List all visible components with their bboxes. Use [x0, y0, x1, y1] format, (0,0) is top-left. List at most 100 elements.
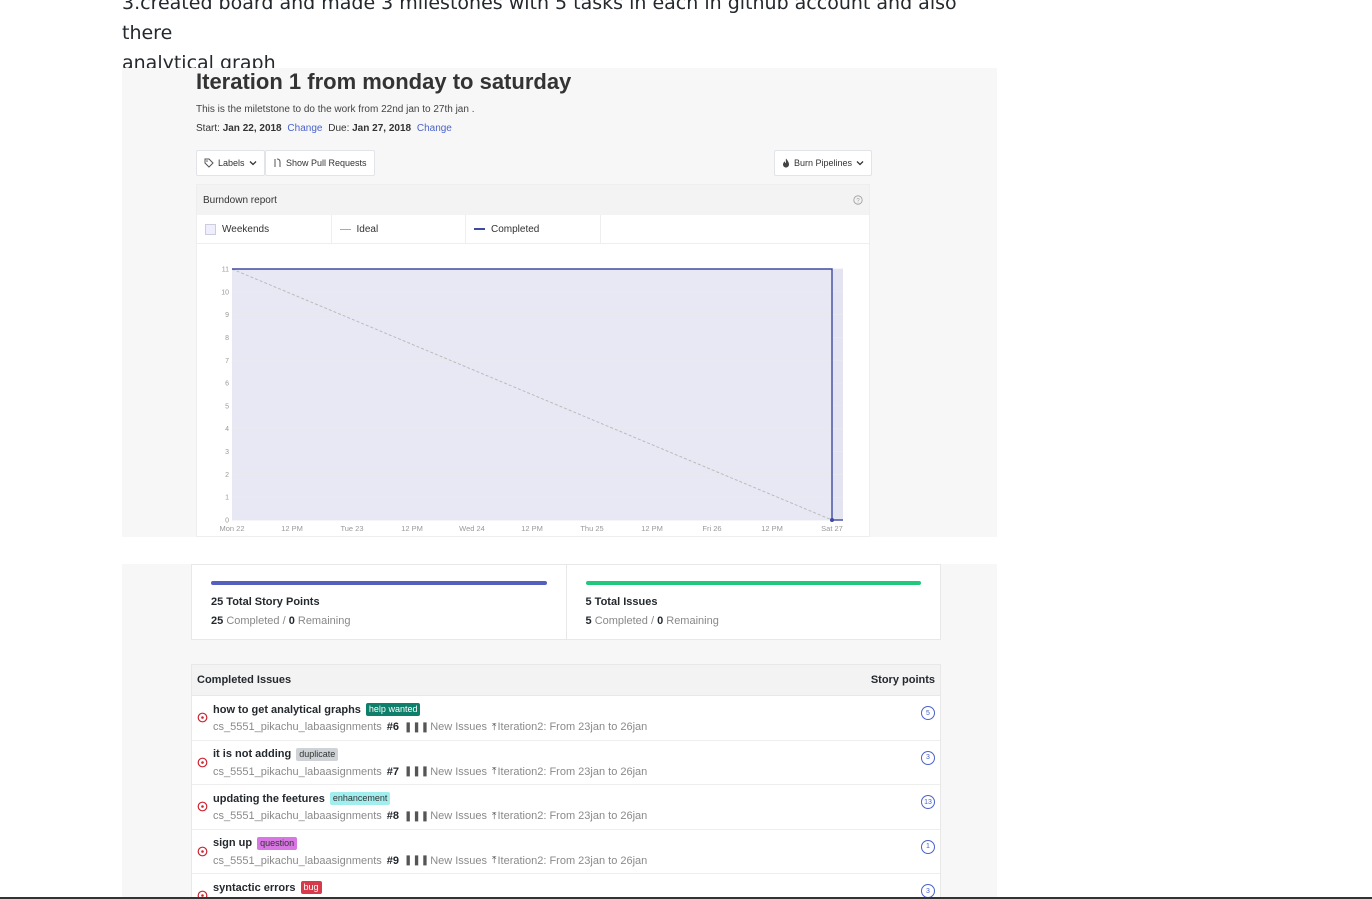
x-tick-label: 12 PM [401, 524, 423, 533]
issue-milestone: Iteration2: From 23jan to 26jan [497, 721, 648, 733]
issue-list: how to get analytical graphs help wanted… [192, 696, 940, 898]
issue-repo[interactable]: cs_5551_pikachu_labaasignments [213, 766, 382, 778]
start-label: Start: [196, 123, 220, 134]
issue-pipeline: New Issues [430, 810, 488, 823]
issue-label[interactable]: enhancement [329, 792, 391, 806]
legend-completed[interactable]: Completed [466, 215, 601, 243]
closed-issue-icon [197, 846, 208, 857]
burn-pipelines-button[interactable]: Burn Pipelines [774, 150, 873, 176]
issue-title[interactable]: how to get analytical graphs [213, 704, 361, 716]
x-tick-label: Mon 22 [219, 524, 244, 533]
issue-milestone: Iteration2: From 23jan to 26jan [497, 810, 648, 823]
story-points-badge: 5 [921, 706, 935, 720]
issue-milestone: Iteration2: From 23jan to 26jan [497, 765, 648, 778]
story-points-header: Story points [870, 674, 935, 686]
issue-repo[interactable]: cs_5551_pikachu_labaasignments [213, 721, 382, 733]
labels-button-label: Labels [218, 158, 245, 168]
show-pull-requests-label: Show Pull Requests [286, 158, 367, 168]
issue-title[interactable]: syntactic errors [213, 882, 296, 894]
issue-row[interactable]: sign up question cs_5551_pikachu_labaasi… [192, 830, 940, 875]
issue-meta: cs_5551_pikachu_labaasignments #6 ❚❚❚ New… [213, 721, 647, 733]
milestone-info: ⤒ Iteration2: From 23jan to 26jan [492, 721, 647, 733]
issue-number[interactable]: #8 [387, 810, 399, 822]
issue-repo[interactable]: cs_5551_pikachu_labaasignments [213, 810, 382, 822]
milestone-info: ⤒ Iteration2: From 23jan to 26jan [492, 766, 647, 778]
issues-summary: 5 Completed / 0 Remaining [585, 615, 719, 627]
milestone-screenshot: Iteration 1 from monday to saturday This… [122, 68, 997, 537]
issue-label[interactable]: duplicate [296, 747, 339, 761]
intro-line-1: 3.created board and made 3 milestones wi… [122, 0, 957, 44]
burndown-chart: 01234567891011Mon 22 12 PM Tue 23 12 PM Wed … [219, 267, 843, 533]
issue-number[interactable]: #9 [387, 855, 399, 867]
x-tick-label: Wed 24 [459, 524, 485, 533]
show-pull-requests-button[interactable]: Show Pull Requests [265, 150, 375, 176]
issues-stat: 5 Total Issues 5 Completed / 0 Remaining [565, 565, 941, 639]
y-tick-label: 7 [225, 358, 229, 365]
burn-pipelines-label: Burn Pipelines [794, 158, 853, 168]
pipeline-icon: ❚❚❚ [404, 855, 430, 867]
issue-title[interactable]: it is not adding [213, 748, 291, 760]
closed-issue-icon [197, 801, 208, 812]
issue-row[interactable]: it is not adding duplicate cs_5551_pikac… [192, 741, 940, 786]
pull-request-icon [274, 158, 281, 167]
issue-repo[interactable]: cs_5551_pikachu_labaasignments [213, 855, 382, 867]
x-tick-label: Thu 25 [580, 524, 603, 533]
story-points-badge: 13 [921, 795, 935, 810]
x-tick-label: 12 PM [281, 524, 303, 533]
milestone-dates: Start: Jan 22, 2018 Change Due: Jan 27, … [196, 123, 452, 134]
chart-legend: Weekends Ideal Completed [197, 215, 869, 244]
issue-pipeline: New Issues [430, 765, 488, 778]
issue-number[interactable]: #6 [387, 721, 399, 733]
issue-title-line: how to get analytical graphs help wanted [213, 703, 421, 716]
issue-row[interactable]: updating the feetures enhancement cs_555… [192, 785, 940, 830]
issue-meta: cs_5551_pikachu_labaasignments #9 ❚❚❚ New… [213, 855, 647, 867]
remaining-label: Remaining [666, 615, 719, 627]
x-tick-label: Sat 27 [821, 524, 843, 533]
change-due-link[interactable]: Change [417, 123, 452, 134]
stats-bar: 25 Total Story Points 25 Completed / 0 R… [191, 564, 941, 640]
y-tick-label: 10 [221, 289, 229, 296]
legend-ideal-label: Ideal [356, 223, 379, 235]
x-tick-label: 12 PM [761, 524, 783, 533]
completed-label: Completed [594, 615, 648, 627]
issue-label[interactable]: help wanted [365, 703, 421, 716]
story-points-progress [211, 581, 547, 585]
x-tick-label: 12 PM [641, 524, 663, 533]
y-tick-label: 6 [225, 381, 229, 388]
burndown-report: Burndown report ? Weekends Ideal Complet… [196, 184, 870, 537]
y-tick-label: 2 [225, 472, 229, 479]
change-start-link[interactable]: Change [287, 123, 322, 134]
issue-title[interactable]: sign up [213, 837, 252, 849]
labels-button[interactable]: Labels [196, 150, 265, 176]
issues-progress [585, 581, 921, 585]
help-icon[interactable]: ? [853, 195, 863, 205]
issue-row[interactable]: syntactic errors bug 3 [192, 874, 940, 898]
issue-label[interactable]: bug [300, 881, 322, 895]
weekends-swatch [205, 223, 216, 235]
issue-row[interactable]: how to get analytical graphs help wanted… [192, 696, 940, 741]
y-tick-label: 1 [225, 495, 229, 502]
issues-completed: 5 [585, 615, 592, 627]
issue-pipeline: New Issues [430, 854, 488, 867]
y-tick-label: 8 [225, 335, 229, 342]
issue-pipeline: New Issues [430, 721, 488, 733]
story-points-stat: 25 Total Story Points 25 Completed / 0 R… [192, 565, 566, 639]
y-tick-label: 5 [225, 403, 229, 410]
milestone-description: This is the miletstone to do the work fr… [196, 104, 475, 115]
legend-weekends[interactable]: Weekends [197, 215, 332, 243]
completed-swatch [474, 228, 485, 230]
story-points-completed: 25 [211, 615, 224, 627]
issue-number[interactable]: #7 [387, 766, 399, 778]
issue-label[interactable]: question [257, 836, 298, 850]
tag-icon [204, 158, 214, 168]
y-tick-label: 4 [225, 426, 229, 433]
legend-weekends-label: Weekends [222, 223, 270, 235]
legend-ideal[interactable]: Ideal [332, 215, 466, 243]
legend-completed-label: Completed [491, 223, 540, 235]
milestone-info: ⤒ Iteration2: From 23jan to 26jan [492, 855, 647, 867]
issue-title-line: it is not adding duplicate [213, 747, 339, 761]
burndown-report-title: Burndown report [203, 194, 277, 206]
issue-title[interactable]: updating the feetures [213, 793, 325, 805]
x-tick-label: 12 PM [521, 524, 543, 533]
ideal-swatch [339, 228, 351, 230]
